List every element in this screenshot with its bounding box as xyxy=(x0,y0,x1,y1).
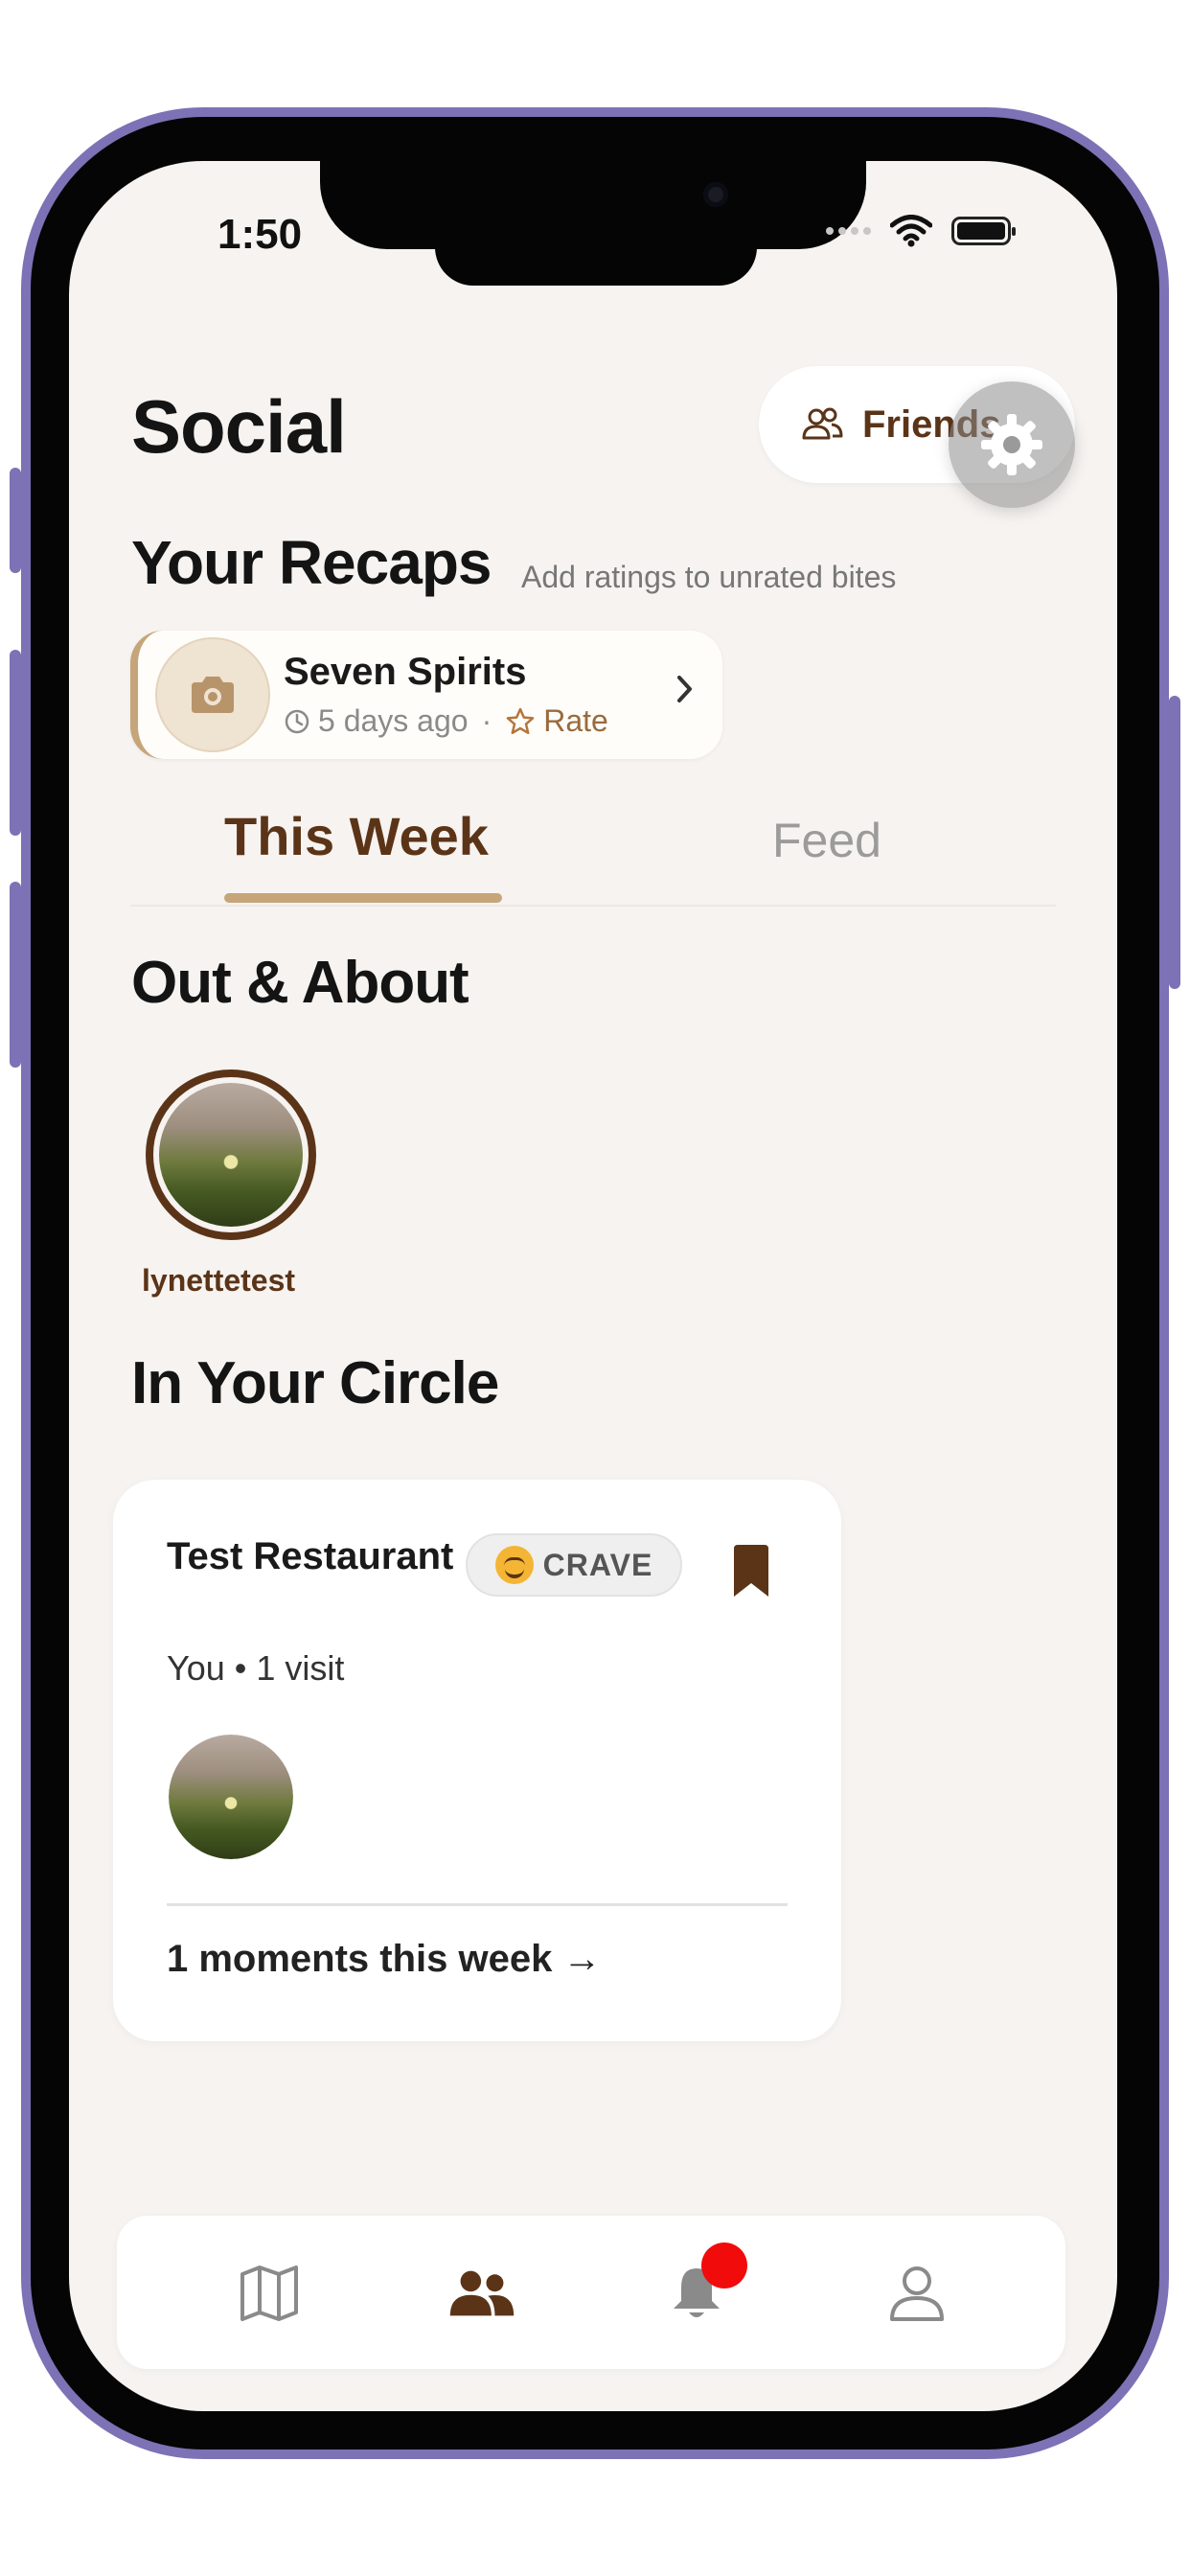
people-icon xyxy=(449,2270,515,2316)
app-screen: 1:50 Social Friends Your Recaps Add rati… xyxy=(69,161,1117,2411)
tab-feed[interactable]: Feed xyxy=(772,813,881,868)
tabbar-notifications[interactable] xyxy=(663,2242,747,2327)
bookmark-icon[interactable] xyxy=(732,1545,770,1598)
restaurant-name: Test Restaurant xyxy=(167,1535,454,1577)
camera-icon xyxy=(192,677,234,713)
in-your-circle-title: In Your Circle xyxy=(131,1350,499,1416)
out-and-about-title: Out & About xyxy=(131,950,469,1016)
tabs-divider xyxy=(130,905,1056,907)
crave-label: CRAVE xyxy=(542,1547,653,1582)
crave-badge: CRAVE xyxy=(466,1533,682,1597)
friend-username: lynettetest xyxy=(142,1263,296,1298)
chevron-right-icon xyxy=(677,676,692,702)
status-time: 1:50 xyxy=(217,211,303,258)
settings-button[interactable] xyxy=(949,381,1075,508)
yum-emoji-icon xyxy=(494,1546,534,1584)
mute-switch xyxy=(10,468,21,573)
wifi-icon xyxy=(890,215,932,247)
volume-up-button xyxy=(10,650,21,836)
recap-name: Seven Spirits xyxy=(284,651,527,693)
recap-card[interactable]: Seven Spirits 5 days ago · Rate xyxy=(130,631,722,759)
tab-this-week[interactable]: This Week xyxy=(224,805,489,867)
volume-down-button xyxy=(10,882,21,1068)
signal-icon xyxy=(826,227,871,235)
power-button xyxy=(1169,696,1180,989)
bottom-tab-bar xyxy=(117,2216,1065,2369)
recap-separator: · xyxy=(481,703,492,738)
tabbar-social[interactable] xyxy=(448,2260,515,2327)
recap-text: Seven Spirits 5 days ago · Rate xyxy=(284,651,608,739)
status-icons xyxy=(826,215,1016,247)
page-title: Social xyxy=(131,384,347,469)
tab-active-indicator xyxy=(224,893,502,903)
recaps-title: Your Recaps xyxy=(131,528,492,597)
notch-dip xyxy=(435,238,757,286)
card-divider xyxy=(167,1903,788,1906)
recap-time: 5 days ago xyxy=(318,703,469,738)
notch xyxy=(320,161,866,249)
moments-link[interactable]: 1 moments this week → xyxy=(167,1938,601,1981)
friends-icon xyxy=(802,407,843,440)
recap-thumbnail xyxy=(155,637,270,752)
restaurant-visit-info: You • 1 visit xyxy=(167,1648,345,1688)
recaps-hint: Add ratings to unrated bites xyxy=(521,560,897,594)
friend-story-avatar[interactable] xyxy=(146,1070,316,1240)
tabbar-profile[interactable] xyxy=(883,2260,950,2327)
avatar-photo xyxy=(159,1083,303,1227)
moment-photo[interactable] xyxy=(169,1735,293,1859)
battery-icon xyxy=(951,217,1016,245)
profile-icon xyxy=(890,2266,944,2321)
camera-icon xyxy=(703,182,728,207)
map-icon xyxy=(240,2266,298,2321)
tabbar-map[interactable] xyxy=(236,2260,303,2327)
gear-icon xyxy=(981,414,1042,475)
circle-card[interactable]: Test Restaurant CRAVE You • 1 visit 1 mo… xyxy=(113,1480,841,2041)
clock-icon xyxy=(285,709,309,733)
star-icon xyxy=(506,707,535,734)
recap-meta: 5 days ago · Rate xyxy=(284,703,608,739)
notification-dot xyxy=(701,2242,747,2288)
recap-rate-action[interactable]: Rate xyxy=(543,703,608,739)
